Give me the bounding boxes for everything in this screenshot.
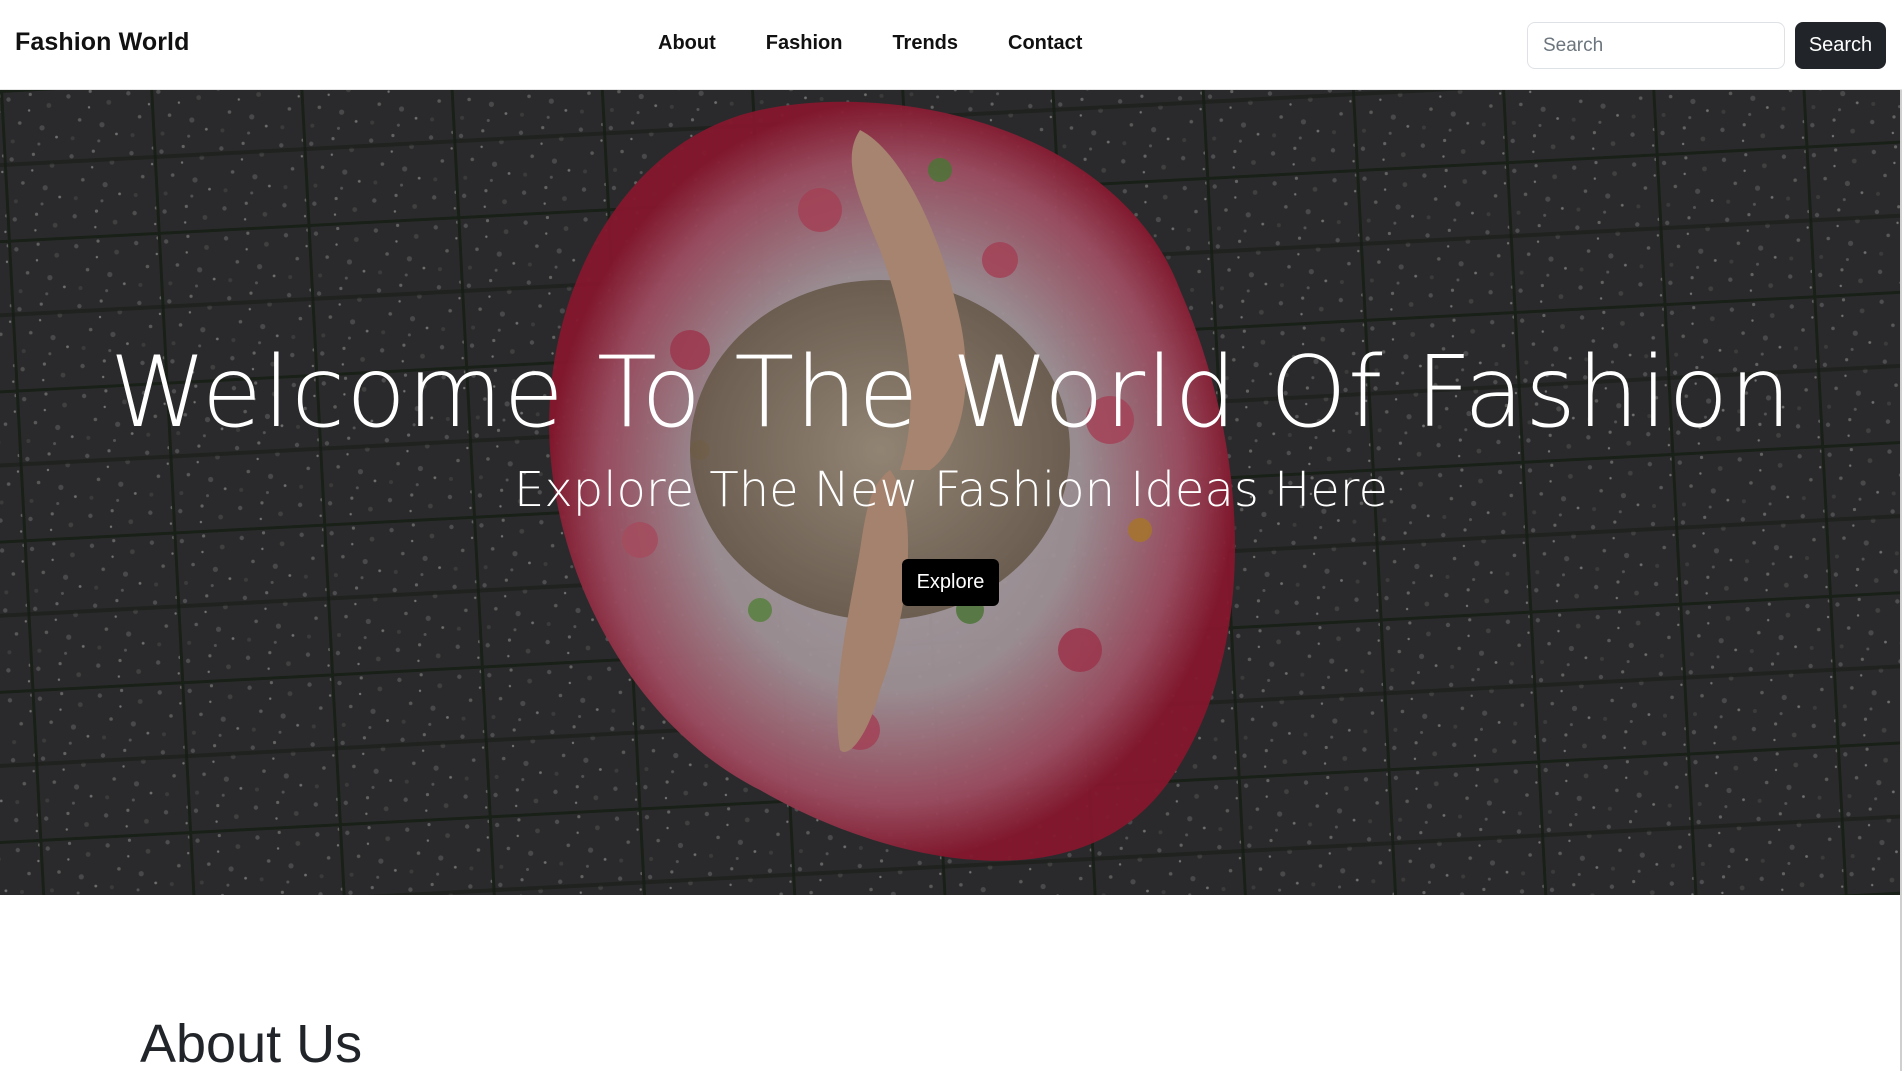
about-heading: About Us xyxy=(140,1014,363,1071)
page: Fashion World About Fashion Trends Conta… xyxy=(0,0,1902,1071)
explore-button[interactable]: Explore xyxy=(902,559,999,606)
search-form: Search xyxy=(1527,22,1886,69)
nav-links: About Fashion Trends Contact xyxy=(658,32,1082,55)
search-button[interactable]: Search xyxy=(1795,22,1886,69)
nav-link-contact[interactable]: Contact xyxy=(1008,32,1082,55)
nav-link-fashion[interactable]: Fashion xyxy=(766,32,843,55)
brand-logo-text[interactable]: Fashion World xyxy=(15,28,189,57)
hero-title: Welcome To The World Of Fashion xyxy=(109,336,1793,450)
nav-link-trends[interactable]: Trends xyxy=(892,32,958,55)
hero-subtitle: Explore The New Fashion Ideas Here xyxy=(514,462,1388,518)
navbar: Fashion World About Fashion Trends Conta… xyxy=(0,0,1902,90)
nav-link-about[interactable]: About xyxy=(658,32,716,55)
search-input[interactable] xyxy=(1527,22,1785,69)
hero-section: Welcome To The World Of Fashion Explore … xyxy=(0,90,1902,895)
